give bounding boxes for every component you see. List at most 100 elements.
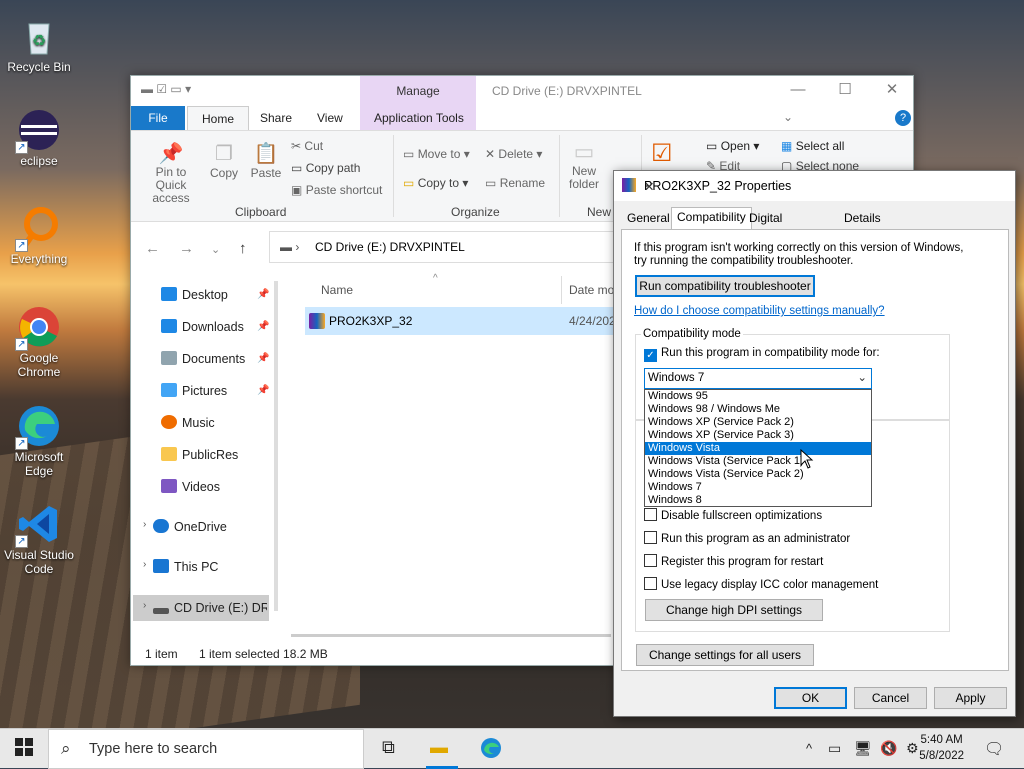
disable-fullscreen-checkbox[interactable]: Disable fullscreen optimizations	[644, 508, 822, 522]
settings-icon[interactable]: ⚙	[906, 740, 919, 757]
run-troubleshooter-button[interactable]: Run compatibility troubleshooter	[635, 275, 815, 297]
desktop-icon-recycle-bin[interactable]: ♻ Recycle Bin	[2, 14, 76, 74]
sidebar-item-desktop[interactable]: Desktop	[161, 285, 228, 305]
list-item[interactable]: Windows Vista (Service Pack 1)	[645, 455, 871, 468]
copy-path-button[interactable]: ▭ Copy path	[291, 161, 360, 175]
paste-shortcut-button[interactable]: ▣ Paste shortcut	[291, 183, 382, 197]
search-icon: ⌕	[61, 739, 71, 758]
close-icon[interactable]: ✕	[644, 179, 1007, 194]
list-item[interactable]: Windows Vista (Service Pack 2)	[645, 468, 871, 481]
recycle-bin-icon: ♻	[17, 14, 61, 58]
minimize-icon[interactable]: —	[777, 79, 819, 103]
sidebar-item-publicres[interactable]: PublicRes	[161, 445, 238, 465]
chevron-right-icon[interactable]: ›	[143, 519, 146, 530]
table-row[interactable]: PRO2K3XP_32 4/24/202	[305, 307, 616, 335]
paste-button[interactable]: 📋 Paste	[249, 141, 283, 180]
list-item[interactable]: Windows 7	[645, 481, 871, 494]
chevron-up-icon[interactable]: ^	[806, 741, 812, 756]
tab-share[interactable]: Share	[246, 106, 306, 130]
help-icon[interactable]: ?	[895, 110, 911, 126]
desktop-icon-everything[interactable]: ↗ Everything	[2, 206, 76, 266]
sidebar-item-pictures[interactable]: Pictures	[161, 381, 227, 401]
network-icon[interactable]: 🖥	[854, 740, 872, 757]
forward-arrow-icon[interactable]: →	[179, 240, 194, 257]
tab-view[interactable]: View	[303, 106, 357, 130]
windows-start-icon[interactable]	[15, 738, 33, 761]
manual-settings-link[interactable]: How do I choose compatibility settings m…	[634, 305, 885, 317]
chrome-icon: ↗	[15, 305, 61, 351]
sidebar-item-cd-drive[interactable]: CD Drive (E:) DRV	[153, 598, 267, 618]
properties-dialog: PRO2K3XP_32 Properties ✕ General Compati…	[613, 170, 1016, 717]
chevron-right-icon[interactable]: ›	[143, 559, 146, 570]
sidebar-item-music[interactable]: Music	[161, 413, 215, 433]
recent-locations-chevron-icon[interactable]: ⌄	[211, 243, 220, 256]
select-all-button[interactable]: ▦ Select all	[781, 139, 844, 153]
move-to-button[interactable]: ▭ Move to ▾	[403, 147, 470, 161]
taskbar-clock[interactable]: 5:40 AM 5/8/2022	[919, 732, 964, 764]
tab-digital-signatures[interactable]: Digital Signatures	[744, 209, 811, 243]
column-header-date[interactable]: Date mo	[569, 283, 614, 297]
register-restart-checkbox[interactable]: Register this program for restart	[644, 554, 823, 568]
volume-icon[interactable]: 🔇	[880, 740, 897, 757]
list-item[interactable]: Windows 98 / Windows Me	[645, 403, 871, 416]
desktop-icon-eclipse[interactable]: ↗ eclipse	[2, 108, 76, 168]
cancel-button[interactable]: Cancel	[854, 687, 927, 709]
desktop-icon-label: Everything	[10, 252, 68, 266]
open-button[interactable]: ▭ Open ▾	[706, 139, 759, 153]
maximize-icon[interactable]: ☐	[824, 79, 866, 103]
properties-icon[interactable]: ☑	[651, 139, 673, 168]
clock-date: 5/8/2022	[919, 750, 964, 762]
sidebar-item-downloads[interactable]: Downloads	[161, 317, 244, 337]
pin-quick-access-button[interactable]: 📌 Pin to Quick access	[139, 141, 203, 205]
delete-button[interactable]: ✕ Delete ▾	[485, 147, 542, 161]
tab-application-tools[interactable]: Application Tools	[360, 106, 478, 130]
file-explorer-taskbar-icon[interactable]: ▬	[430, 737, 448, 758]
sidebar-scrollbar[interactable]	[274, 281, 278, 611]
sidebar-item-this-pc[interactable]: This PC	[153, 557, 218, 577]
change-dpi-button[interactable]: Change high DPI settings	[645, 599, 823, 621]
tab-details[interactable]: Details	[839, 209, 886, 229]
sidebar-item-documents[interactable]: Documents	[161, 349, 245, 369]
desktop-icon-label: eclipse	[20, 154, 58, 168]
os-version-select[interactable]: Windows 7 ⌄	[644, 368, 872, 389]
chevron-right-icon[interactable]: ›	[143, 600, 146, 611]
taskbar-search-box[interactable]: ⌕ Type here to search	[48, 729, 364, 769]
close-icon[interactable]: ✕	[871, 79, 913, 103]
compat-mode-checkbox[interactable]: ✓ Run this program in compatibility mode …	[644, 346, 880, 362]
change-all-users-button[interactable]: Change settings for all users	[636, 644, 814, 666]
tab-home[interactable]: Home	[187, 106, 250, 130]
list-item[interactable]: Windows 95	[645, 390, 871, 403]
legacy-icc-checkbox[interactable]: Use legacy display ICC color management	[644, 577, 878, 591]
desktop-icon-microsoft-edge[interactable]: ↗ Microsoft Edge	[2, 404, 76, 478]
copy-button[interactable]: ❐ Copy	[209, 141, 239, 180]
desktop-icon-google-chrome[interactable]: ↗ Google Chrome	[2, 305, 76, 379]
up-arrow-icon[interactable]: ↑	[239, 240, 247, 257]
list-item-highlighted[interactable]: Windows Vista	[645, 442, 871, 455]
run-as-admin-checkbox[interactable]: Run this program as an administrator	[644, 531, 850, 545]
notifications-icon[interactable]: 🗨	[984, 739, 1004, 759]
cut-button[interactable]: ✂ Cut	[291, 139, 323, 153]
horizontal-scrollbar[interactable]	[291, 634, 611, 637]
new-folder-button[interactable]: ▭ New folder	[567, 139, 601, 191]
group-label-clipboard: Clipboard	[235, 205, 287, 219]
list-item[interactable]: Windows 8	[645, 494, 871, 507]
edge-taskbar-icon[interactable]	[480, 737, 502, 764]
chat-icon[interactable]: ▭	[828, 740, 841, 757]
column-header-name[interactable]: Name	[321, 283, 353, 297]
tab-general[interactable]: General	[622, 209, 675, 229]
back-arrow-icon[interactable]: ←	[145, 240, 160, 257]
copy-to-button[interactable]: ▭ Copy to ▾	[403, 176, 468, 190]
task-view-icon[interactable]: ⧉	[382, 737, 395, 758]
sidebar-item-videos[interactable]: Videos	[161, 477, 220, 497]
desktop-icon-vscode[interactable]: ↗ Visual Studio Code	[2, 502, 76, 576]
rename-button[interactable]: ▭ Rename	[485, 176, 545, 190]
tab-file[interactable]: File	[131, 106, 185, 130]
sidebar-item-onedrive[interactable]: OneDrive	[153, 517, 227, 537]
ok-button[interactable]: OK	[774, 687, 847, 709]
list-item[interactable]: Windows XP (Service Pack 3)	[645, 429, 871, 442]
list-item[interactable]: Windows XP (Service Pack 2)	[645, 416, 871, 429]
chevron-down-icon[interactable]: ⌄	[783, 110, 793, 124]
tab-compatibility[interactable]: Compatibility	[671, 207, 752, 230]
quick-access-toolbar-icon[interactable]: ▬ ☑ ▭ ▾	[141, 82, 191, 96]
apply-button[interactable]: Apply	[934, 687, 1007, 709]
